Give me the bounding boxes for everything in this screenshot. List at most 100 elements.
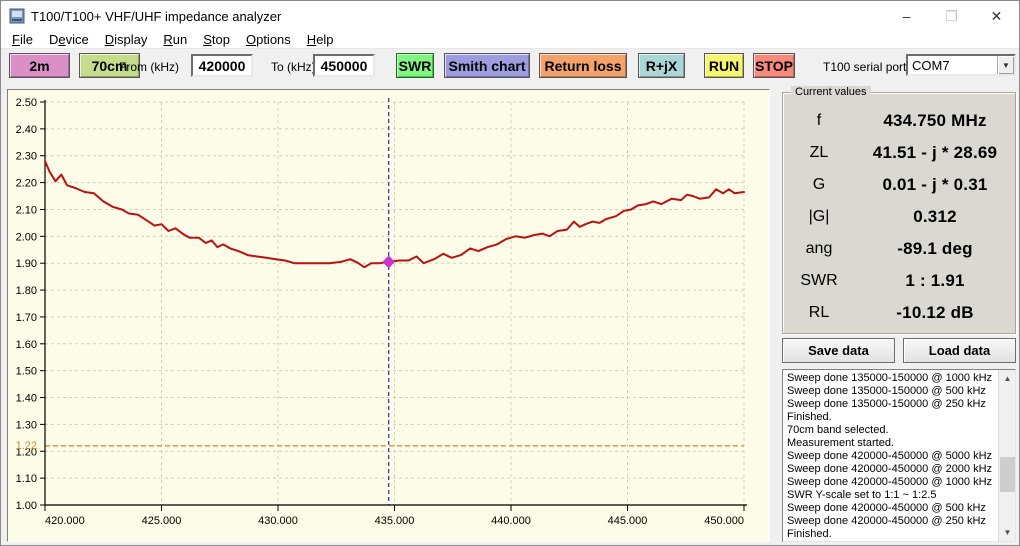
svg-text:1.30: 1.30	[16, 419, 37, 431]
log-line: Sweep done 420000-450000 @ 2000 kHz	[787, 463, 993, 475]
log-line: Sweep done 135000-150000 @ 1000 kHz	[787, 372, 993, 384]
load-data-button[interactable]: Load data	[903, 338, 1016, 363]
r-plus-jx-button[interactable]: R+jX	[638, 53, 685, 78]
cursor-marker[interactable]	[382, 255, 396, 269]
svg-text:2.50: 2.50	[16, 97, 37, 109]
svg-text:435.000: 435.000	[375, 515, 415, 527]
cv-value: 41.51 - j * 28.69	[872, 143, 998, 162]
log-box[interactable]: Sweep done 135000-150000 @ 1000 kHz Sweep…	[782, 369, 1016, 542]
log-line: Finished.	[787, 411, 832, 423]
current-value-row: ang -89.1 deg	[783, 233, 1015, 265]
log-lines: Sweep done 135000-150000 @ 1000 kHz Sweep…	[783, 370, 998, 541]
log-line: Measurement started.	[787, 437, 894, 449]
scroll-up-icon[interactable]: ▲	[999, 370, 1016, 387]
log-scrollbar[interactable]: ▲ ▼	[998, 370, 1015, 541]
log-line: Sweep done 135000-150000 @ 250 kHz	[787, 398, 986, 410]
stop-button[interactable]: STOP	[753, 53, 795, 78]
svg-text:430.000: 430.000	[258, 515, 298, 527]
log-line: Sweep done 420000-450000 @ 5000 kHz	[787, 450, 993, 462]
cv-label-rl: RL	[808, 304, 830, 321]
swr-button[interactable]: SWR	[396, 53, 434, 78]
menu-item-device[interactable]: Device	[41, 31, 97, 49]
menu-item-run[interactable]: Run	[155, 31, 195, 49]
svg-text:450.000: 450.000	[704, 515, 744, 527]
cv-value: -89.1 deg	[897, 239, 973, 258]
cv-label-zl: ZL	[809, 144, 829, 161]
toolbar: 2m 70cm From (kHz) To (kHz) SWR Smith ch…	[1, 49, 1019, 89]
current-value-row: ZL 41.51 - j * 28.69	[783, 137, 1015, 169]
scrollbar-thumb[interactable]	[1000, 457, 1015, 492]
svg-text:445.000: 445.000	[608, 515, 648, 527]
current-values-title: Current values	[791, 86, 871, 98]
maximize-button[interactable]: ❐	[929, 1, 974, 31]
svg-text:425.000: 425.000	[142, 515, 182, 527]
serial-port-select[interactable]: COM7 ▼	[906, 54, 1016, 76]
svg-text:1.80: 1.80	[16, 285, 37, 297]
save-data-button[interactable]: Save data	[782, 338, 895, 363]
log-line: Sweep done 420000-450000 @ 500 kHz	[787, 502, 986, 514]
minimize-button[interactable]: –	[884, 1, 929, 31]
app-window: { "window": { "title": "T100/T100+ VHF/U…	[0, 0, 1020, 546]
title-bar[interactable]: T100/T100+ VHF/UHF impedance analyzer – …	[1, 1, 1019, 31]
menu-item-stop[interactable]: Stop	[195, 31, 238, 49]
serial-port-value: COM7	[912, 57, 950, 73]
maximize-icon: ❐	[945, 7, 958, 24]
current-values-group: f 434.750 MHz ZL 41.51 - j * 28.69 G 0.01 - j…	[782, 92, 1016, 334]
svg-text:1.70: 1.70	[16, 312, 37, 324]
svg-text:1.90: 1.90	[16, 258, 37, 270]
log-line: SWR Y-scale set to 1:1 ~ 1:2.5	[787, 489, 937, 501]
svg-text:1.40: 1.40	[16, 393, 37, 405]
menu-item-options[interactable]: Options	[238, 31, 299, 49]
cv-value: -10.12 dB	[896, 303, 974, 322]
swr-chart-panel: 1.00 1.10 1.20 1.30 1.40 1.50 1.60 1.70 1.80 1.90…	[7, 89, 770, 542]
from-khz-label: From (kHz)	[119, 60, 179, 74]
svg-text:2.00: 2.00	[16, 231, 37, 243]
svg-text:440.000: 440.000	[491, 515, 531, 527]
log-line: Finished.	[787, 528, 832, 540]
close-button[interactable]: ✕	[974, 1, 1019, 31]
cv-value: 434.750 MHz	[883, 111, 987, 130]
svg-text:1.10: 1.10	[16, 473, 37, 485]
log-line: Sweep done 420000-450000 @ 250 kHz	[787, 515, 986, 527]
to-khz-label: To (kHz)	[271, 60, 316, 74]
serial-port-label: T100 serial port	[823, 60, 907, 74]
log-line: Sweep done 420000-450000 @ 1000 kHz	[787, 476, 993, 488]
svg-text:2.20: 2.20	[16, 178, 37, 190]
current-value-row: RL -10.12 dB	[783, 297, 1015, 329]
menu-item-file[interactable]: File	[4, 31, 41, 49]
cv-label-swr: SWR	[800, 272, 838, 289]
svg-text:1.00: 1.00	[16, 500, 37, 512]
from-khz-input[interactable]	[191, 54, 253, 77]
menu-item-display[interactable]: Display	[97, 31, 156, 49]
cv-label-g: G	[812, 176, 826, 193]
band-2m-button[interactable]: 2m	[9, 53, 70, 78]
current-value-row: |G| 0.312	[783, 201, 1015, 233]
run-button[interactable]: RUN	[704, 53, 744, 78]
current-value-row: SWR 1 : 1.91	[783, 265, 1015, 297]
scroll-down-icon[interactable]: ▼	[999, 524, 1016, 541]
cv-label-g: |G|	[808, 208, 830, 225]
chevron-down-icon[interactable]: ▼	[997, 56, 1014, 74]
log-line: 70cm band selected.	[787, 424, 889, 436]
svg-text:2.10: 2.10	[16, 204, 37, 216]
swr-curve	[44, 160, 745, 269]
svg-text:1.50: 1.50	[16, 366, 37, 378]
cv-value: 0.01 - j * 0.31	[882, 175, 988, 194]
svg-text:2.30: 2.30	[16, 151, 37, 163]
cv-value: 0.312	[913, 207, 957, 226]
cv-label-f: f	[816, 112, 822, 129]
cv-value: 1 : 1.91	[905, 271, 965, 290]
close-icon: ✕	[990, 7, 1003, 24]
log-line: Sweep done 135000-150000 @ 500 kHz	[787, 385, 986, 397]
svg-text:420.000: 420.000	[45, 515, 85, 527]
cv-label-ang: ang	[805, 240, 833, 257]
menu-item-help[interactable]: Help	[299, 31, 342, 49]
menu-bar: File Device Display Run Stop Options Help	[1, 31, 1019, 49]
to-khz-input[interactable]	[313, 54, 375, 77]
svg-text:2.40: 2.40	[16, 124, 37, 136]
window-title: T100/T100+ VHF/UHF impedance analyzer	[31, 8, 282, 24]
current-value-row: f 434.750 MHz	[783, 105, 1015, 137]
return-loss-button[interactable]: Return loss	[539, 53, 627, 78]
swr-chart-canvas[interactable]: 1.001.101.201.301.401.501.601.701.801.90…	[8, 90, 769, 541]
smith-chart-button[interactable]: Smith chart	[444, 53, 530, 78]
